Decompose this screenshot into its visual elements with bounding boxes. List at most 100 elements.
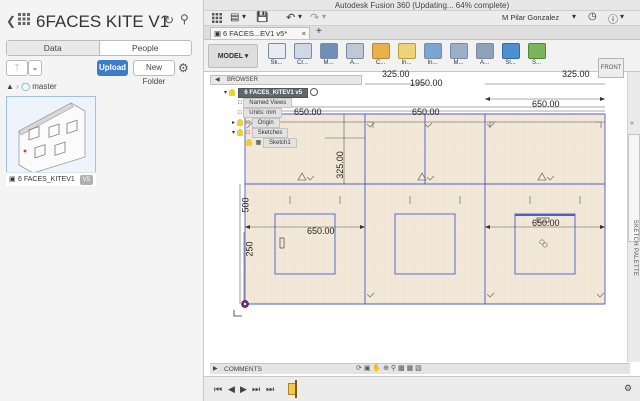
browser-item[interactable]: □ Units: mm xyxy=(224,108,318,118)
tool-construct[interactable]: C... xyxy=(368,43,393,69)
gear-icon[interactable]: ⚙ xyxy=(178,61,189,75)
tool-select[interactable]: Sl... xyxy=(498,43,523,69)
create-icon xyxy=(293,43,312,59)
document-tab-label: 6 FACES...EV1 v5* xyxy=(223,29,288,38)
design-item-name: 6 FACES_KITEV1 xyxy=(18,176,75,183)
dimension-label[interactable]: 650.00 xyxy=(532,99,560,109)
zoom-icon[interactable]: ⊕ xyxy=(383,365,389,372)
browser-item[interactable]: ▦ Sketch1 xyxy=(224,138,318,148)
tool-stop-sketch[interactable]: S... xyxy=(524,43,549,69)
palette-collapse-icon[interactable]: « xyxy=(630,120,634,127)
breadcrumb[interactable]: ▲ › ◯ master xyxy=(6,82,57,91)
user-name[interactable]: M Pilar Gonzalez xyxy=(502,13,559,22)
app-bar: ▤ ▾ 💾 ↶ ▾ ↷ ▾ M Pilar Gonzalez ▾ ◷ ⓘ ▾ xyxy=(204,11,640,26)
expand-icon[interactable]: ▾ xyxy=(232,130,235,136)
save-icon[interactable]: 💾 xyxy=(256,12,268,23)
target-icon[interactable] xyxy=(309,88,318,97)
viewports-icon[interactable]: ▧ xyxy=(415,365,422,372)
help-icon[interactable]: ⓘ xyxy=(608,11,618,26)
folder-icon: □ xyxy=(238,100,242,106)
display-settings-icon[interactable]: ▩ xyxy=(398,365,405,372)
close-icon[interactable]: × xyxy=(302,28,306,39)
step-forward-icon[interactable]: ⏭ xyxy=(252,384,260,395)
document-icon: ▣ xyxy=(214,29,222,38)
visibility-icon[interactable] xyxy=(236,118,243,126)
collapse-icon[interactable]: ◀ xyxy=(215,76,220,84)
help-chevron-icon[interactable]: ▾ xyxy=(620,12,624,21)
browser-item[interactable]: □ Named Views xyxy=(224,98,318,108)
timeline-settings-icon[interactable]: ⚙ xyxy=(624,383,632,394)
pan-icon[interactable]: ✋ xyxy=(372,365,381,372)
dimension-label[interactable]: 500 xyxy=(241,197,251,212)
fit-icon[interactable]: ⚲ xyxy=(391,365,396,372)
upload-button[interactable]: Upload xyxy=(97,60,128,76)
job-status-icon[interactable]: ◷ xyxy=(588,11,597,22)
browser-item[interactable]: ▸ □ Origin xyxy=(224,118,318,128)
chevron-down-icon: ⌄ xyxy=(31,63,39,72)
dimension-label[interactable]: 325.00 xyxy=(382,69,410,79)
new-tab-icon[interactable]: + xyxy=(316,26,322,37)
tool-addins[interactable]: A... xyxy=(472,43,497,69)
browser-item[interactable]: ▾ □ Sketches xyxy=(224,128,318,138)
tool-make[interactable]: M... xyxy=(446,43,471,69)
dimension-label[interactable]: 325.00 xyxy=(335,151,345,179)
grid-settings-icon[interactable]: ▦ xyxy=(407,365,414,372)
visibility-icon[interactable] xyxy=(228,88,235,96)
redo-chevron-icon[interactable]: ▾ xyxy=(322,12,326,21)
tool-modify[interactable]: M... xyxy=(316,43,341,69)
play-icon[interactable]: ▶ xyxy=(240,384,247,395)
data-panel-grid-icon[interactable] xyxy=(212,13,222,26)
tool-inspect[interactable]: In... xyxy=(394,43,419,69)
browser-root[interactable]: ▾ 6 FACES_KITEV1 v5 xyxy=(224,88,318,98)
project-grid-icon[interactable] xyxy=(18,13,30,28)
dimension-label[interactable]: 650.00 xyxy=(532,218,560,228)
document-tab[interactable]: ▣ 6 FACES...EV1 v5* × xyxy=(210,27,310,39)
refresh-icon[interactable]: ↻ xyxy=(164,13,174,27)
file-menu-icon[interactable]: ▤ xyxy=(230,12,239,23)
dimension-label[interactable]: 325.00 xyxy=(562,69,590,79)
branch-dropdown-button[interactable]: ⌄ xyxy=(28,60,42,76)
branch-menu-button[interactable]: ᛉ xyxy=(6,60,28,76)
dimension-label[interactable]: 1950.00 xyxy=(410,78,443,88)
dimension-label[interactable]: 650.00 xyxy=(307,226,335,236)
tool-create[interactable]: Cr... xyxy=(290,43,315,69)
undo-icon[interactable]: ↶ xyxy=(286,11,295,24)
sketch-palette-tab[interactable]: SKETCH PALETTE xyxy=(628,134,640,276)
new-folder-button[interactable]: New Folder xyxy=(133,60,175,86)
expand-icon[interactable]: ▸ xyxy=(232,120,235,126)
tab-people[interactable]: People xyxy=(100,41,192,55)
design-item-name-row[interactable]: ▣ 6 FACES_KITEV1 V5 xyxy=(6,172,96,186)
tool-sketch[interactable]: Sk... xyxy=(264,43,289,69)
window-title: Autodesk Fusion 360 (Updating... 64% com… xyxy=(334,1,510,10)
tool-insert[interactable]: In... xyxy=(420,43,445,69)
look-at-icon[interactable]: ▣ xyxy=(364,365,371,372)
visibility-icon[interactable] xyxy=(236,128,243,136)
assemble-icon xyxy=(345,43,364,59)
redo-icon[interactable]: ↷ xyxy=(310,11,319,24)
tab-data[interactable]: Data xyxy=(7,41,100,55)
dimension-label[interactable]: 250 xyxy=(245,241,255,256)
go-to-start-icon[interactable]: ⏮ xyxy=(214,384,222,395)
go-to-end-icon[interactable]: ⏭ xyxy=(266,384,274,395)
design-file-icon: ▣ xyxy=(9,176,16,183)
browser-panel-header[interactable]: ◀ BROWSER xyxy=(210,75,362,85)
file-menu-chevron-icon[interactable]: ▾ xyxy=(242,12,246,21)
viewcube[interactable]: FRONT xyxy=(598,58,624,78)
expand-icon[interactable]: ▾ xyxy=(224,90,227,96)
step-back-icon[interactable]: ◀ xyxy=(228,384,235,395)
user-menu-chevron-icon[interactable]: ▾ xyxy=(572,12,576,21)
browser-root-label: 6 FACES_KITEV1 v5 xyxy=(238,88,309,98)
timeline-marker[interactable] xyxy=(295,380,297,398)
tool-assemble[interactable]: A... xyxy=(342,43,367,69)
back-icon[interactable]: ❮ xyxy=(6,14,16,28)
timeline-bar: ⏮ ◀ ▶ ⏭ ⏭ ⚙ xyxy=(204,376,640,401)
visibility-icon[interactable] xyxy=(246,138,252,146)
sketch-palette-label: SKETCH PALETTE xyxy=(632,219,638,277)
dimension-label[interactable]: 650.00 xyxy=(412,107,440,117)
expand-icon[interactable]: ▶ xyxy=(213,364,218,375)
select-icon xyxy=(501,43,520,59)
orbit-icon[interactable]: ⟳ xyxy=(356,365,362,372)
search-icon[interactable]: ⚲ xyxy=(180,12,189,26)
undo-chevron-icon[interactable]: ▾ xyxy=(298,12,302,21)
workspace-mode-button[interactable]: MODEL ▾ xyxy=(208,44,258,68)
